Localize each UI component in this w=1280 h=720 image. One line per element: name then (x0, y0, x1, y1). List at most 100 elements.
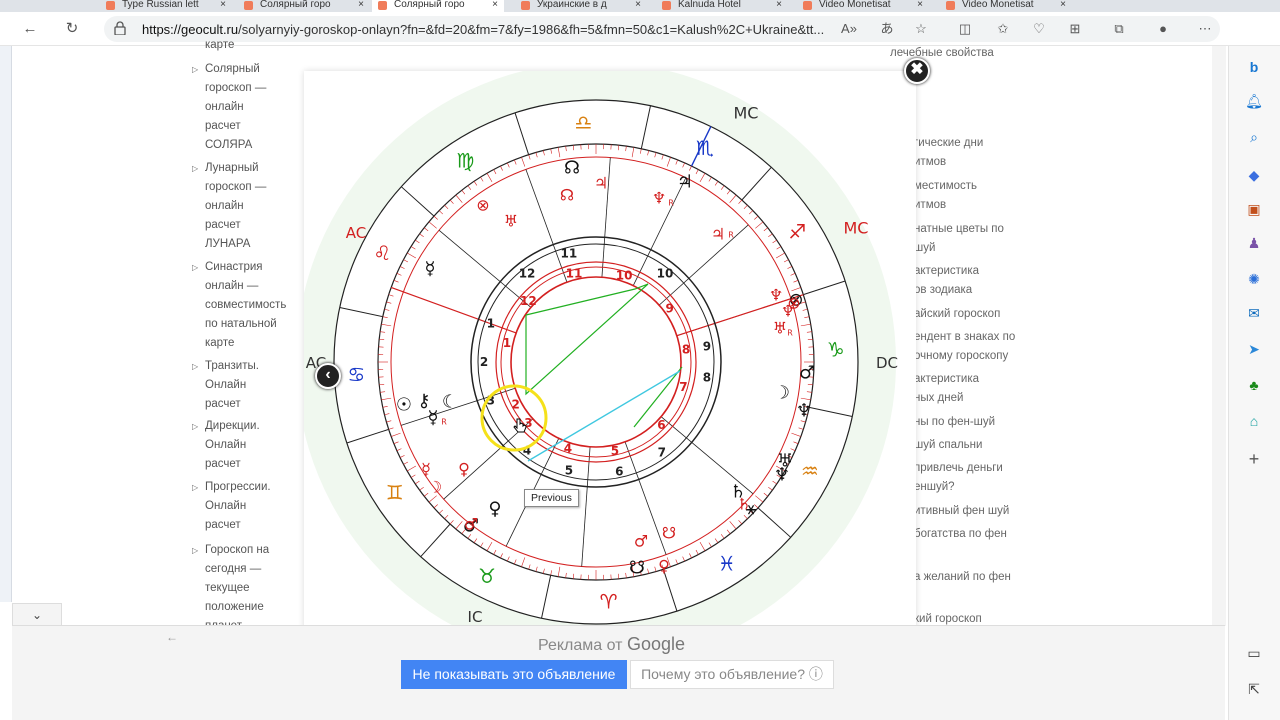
planet-glyph-black: ☋ (629, 558, 645, 579)
nav-item[interactable]: ▷ Солярный гороскоп — онлайн расчет СОЛЯРА (192, 60, 302, 155)
right-link[interactable]: ны по фен-шуй (914, 413, 1064, 432)
favorite-star-icon[interactable]: ☆ (910, 19, 932, 39)
nav-item[interactable]: ▷ Гороскоп насегодня —текущееположениепла… (192, 541, 302, 636)
translate-icon[interactable]: あ (876, 19, 898, 39)
tab-close-icon[interactable]: × (776, 0, 782, 10)
right-link[interactable]: итмов (914, 153, 1064, 172)
split-screen-icon[interactable]: ◫ (954, 19, 976, 39)
capricorn-sign: ♑ (827, 337, 845, 361)
outer-house-number: 7 (658, 446, 666, 460)
ic-label: IC (468, 608, 483, 626)
nav-bullet-icon: ▷ (192, 362, 199, 371)
sidebar-layout-icon[interactable]: ▭ (1243, 642, 1265, 664)
why-ad-button[interactable]: Почему это объявление? ⓘ (630, 660, 834, 689)
right-link[interactable]: еншуй? (914, 478, 1064, 497)
url-text[interactable]: https://geocult.ru/solyarnyiy-goroskop-o… (142, 22, 832, 37)
right-link[interactable]: богатства по фен (914, 525, 1064, 544)
outer-house-number: 1 (487, 317, 495, 331)
right-link[interactable]: айский гороскоп (914, 305, 1064, 324)
browser-tab[interactable]: Type Russian lett × (100, 0, 232, 12)
inner-house-number: 1 (503, 336, 511, 350)
planet-glyph-black: ♂ (799, 363, 815, 384)
nav-item[interactable]: ▷ Прогрессии. Онлайн расчет (192, 478, 302, 535)
right-link[interactable]: гические дни (914, 134, 1064, 153)
right-link[interactable]: ов зодиака (914, 281, 1064, 300)
browser-tab[interactable]: Kalnuda Hotel × (656, 0, 788, 12)
dc-label: DC (876, 354, 898, 372)
right-link[interactable]: очному гороскопу (914, 347, 1064, 366)
nav-item[interactable]: ▷ Транзиты. Онлайн расчет (192, 357, 302, 414)
planet-glyph-red: ♃ (594, 174, 608, 193)
games-icon[interactable]: ♟ (1243, 232, 1265, 254)
right-link[interactable]: шуй спальни (914, 436, 1064, 455)
right-link[interactable]: итивный фен шуй (914, 502, 1064, 521)
right-link[interactable]: актеристика (914, 370, 1064, 389)
right-link[interactable]: актеристика (914, 262, 1064, 281)
previous-button[interactable]: ‹ (315, 363, 341, 389)
nav-item[interactable]: ▷ Синастрия онлайн — совместимость по наталь… (192, 258, 302, 353)
planet-glyph-black: ☾ (442, 392, 458, 413)
right-link[interactable]: натные цветы по (914, 220, 1064, 239)
read-aloud-icon[interactable]: A» (838, 19, 860, 39)
profile-avatar-icon[interactable]: ● (1152, 19, 1174, 39)
right-link[interactable]: итмов (914, 196, 1064, 215)
right-link[interactable]: шуй (914, 239, 1064, 258)
pisces-sign: ♓ (718, 551, 736, 575)
tab-favicon-icon (244, 1, 253, 10)
ad-back-arrow-icon[interactable]: ← (166, 630, 178, 644)
nav-bullet-icon: ▷ (192, 483, 199, 492)
planet-glyph-red: ♅ (773, 319, 787, 338)
office-icon[interactable]: ✺ (1243, 268, 1265, 290)
previous-tooltip: Previous (524, 489, 579, 507)
browser-tab[interactable]: Солярный горо × (372, 0, 504, 12)
more-menu-icon[interactable]: ⋯ (1194, 19, 1216, 39)
nav-item-label: Дирекции. Онлайн расчет (205, 420, 260, 470)
browser-tab[interactable]: Video Monetisat × (797, 0, 929, 12)
tab-close-icon[interactable]: × (492, 0, 498, 10)
send-icon[interactable]: ➤ (1243, 338, 1265, 360)
mc-inner-label: MC (844, 219, 869, 238)
tab-close-icon[interactable]: × (358, 0, 364, 10)
page-scrollbar[interactable] (1212, 46, 1226, 626)
right-link[interactable]: а желаний по фен (914, 568, 1064, 587)
browser-essentials-icon[interactable]: ♡ (1028, 19, 1050, 39)
collapse-ad-button[interactable]: ⌄ (12, 603, 62, 625)
lock-icon (114, 21, 126, 35)
planet-glyph-red: ⊗ (476, 196, 489, 215)
tab-close-icon[interactable]: × (1060, 0, 1066, 10)
tab-favicon-icon (946, 1, 955, 10)
tab-close-icon[interactable]: × (220, 0, 226, 10)
tab-close-icon[interactable]: × (635, 0, 641, 10)
outer-house-number: 6 (615, 465, 623, 479)
browser-tab[interactable]: Украинские в д × (515, 0, 647, 12)
back-icon[interactable]: ← (18, 18, 42, 40)
outlook-icon[interactable]: ✉ (1243, 302, 1265, 324)
add-icon[interactable]: + (1243, 448, 1265, 470)
right-link[interactable]: привлечь деньги (914, 459, 1064, 478)
hide-ad-button[interactable]: Не показывать это объявление (401, 660, 627, 689)
right-link[interactable]: ендент в знаках по (914, 328, 1064, 347)
planet-glyph-red: ♆ (652, 189, 666, 208)
right-link[interactable]: местимость (914, 177, 1064, 196)
extensions-icon[interactable]: ⧉ (1108, 19, 1130, 39)
tree-icon[interactable]: ♣ (1243, 374, 1265, 396)
favorites-icon[interactable]: ✩ (992, 19, 1014, 39)
tab-close-icon[interactable]: × (917, 0, 923, 10)
inner-house-number: 4 (564, 442, 572, 456)
close-modal-button[interactable]: ✖ (904, 58, 930, 84)
refresh-icon[interactable]: ↻ (60, 18, 84, 40)
browser-tab[interactable]: Video Monetisat × (940, 0, 1072, 12)
collections-icon[interactable]: ⊞ (1064, 19, 1086, 39)
nav-item[interactable]: ▷ Лунарный гороскоп — онлайн расчет ЛУНАРА (192, 159, 302, 254)
nav-item[interactable]: ▷ Дирекции. Онлайн расчет (192, 417, 302, 474)
tools-icon[interactable]: ▣ (1243, 198, 1265, 220)
tag-icon[interactable]: ◆ (1243, 164, 1265, 186)
bing-chat-icon[interactable]: b (1243, 56, 1265, 78)
right-link[interactable]: ных дней (914, 389, 1064, 408)
ad-label: Реклама от Google (538, 634, 685, 655)
home-icon[interactable]: ⌂ (1243, 410, 1265, 432)
browser-tab[interactable]: Солярный горо × (238, 0, 370, 12)
open-external-icon[interactable]: ⇱ (1243, 678, 1265, 700)
bell-icon[interactable]: 🔔︎ (1243, 90, 1265, 112)
search-icon[interactable]: ⌕ (1243, 126, 1265, 148)
